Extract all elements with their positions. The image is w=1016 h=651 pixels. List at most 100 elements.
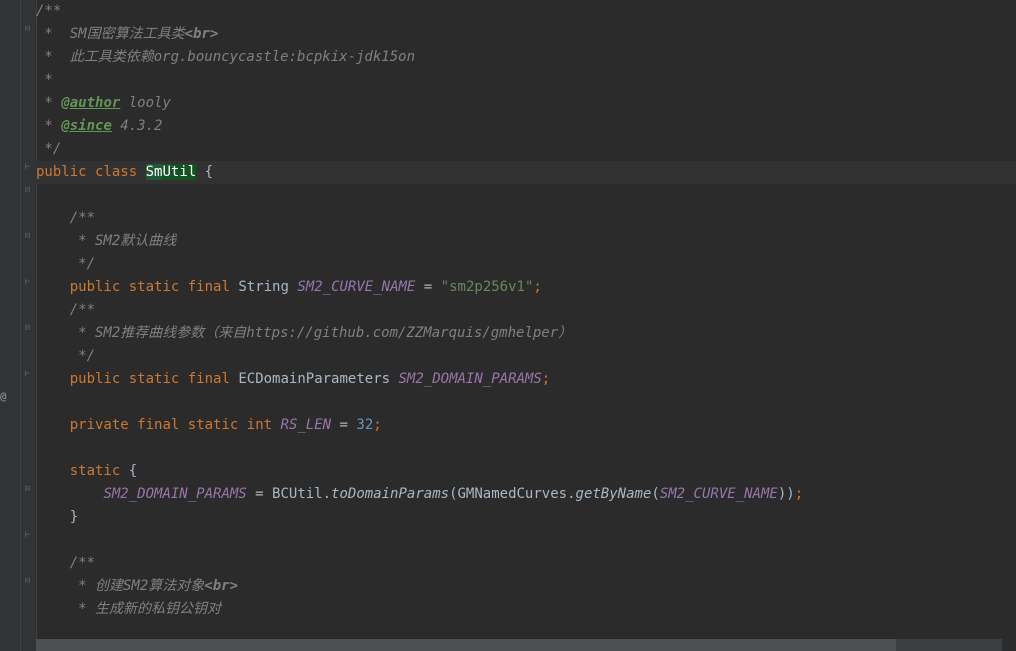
code-line[interactable]: static {: [36, 460, 1016, 483]
operator-assign: =: [247, 486, 272, 502]
javadoc-text: * 创建SM2算法对象: [70, 578, 205, 594]
code-line[interactable]: * SM2推荐曲线参数（来自https://github.com/ZZMarqu…: [36, 322, 1016, 345]
javadoc-text: * SM国密算法工具类: [36, 26, 185, 42]
javadoc-html: <br>: [185, 26, 219, 42]
code-line[interactable]: public static final ECDomainParameters S…: [36, 368, 1016, 391]
javadoc-text: * SM2默认曲线: [70, 233, 177, 249]
string-literal: "sm2p256v1": [441, 279, 534, 295]
method-getbyname: getByName: [576, 486, 652, 502]
javadoc-html: <br>: [204, 578, 238, 594]
keyword-static: static: [188, 417, 239, 433]
fold-marker-close[interactable]: ⊢: [23, 530, 32, 539]
javadoc-end: */: [70, 348, 95, 364]
code-line[interactable]: * SM国密算法工具类<br>: [36, 23, 1016, 46]
code-line-active[interactable]: public class SmUtil {: [36, 161, 1016, 184]
gutter: ⊟ ⊢ ⊟ ⊟ ⊢ ⊟ ⊢ @ ⊟ ⊢ ⊟: [0, 0, 36, 651]
code-line[interactable]: SM2_DOMAIN_PARAMS = BCUtil.toDomainParam…: [36, 483, 1016, 506]
keyword-static: static: [129, 371, 180, 387]
javadoc-text: *: [36, 118, 61, 134]
operator-assign: =: [331, 417, 356, 433]
code-line-empty[interactable]: [36, 184, 1016, 207]
code-line[interactable]: /**: [36, 0, 1016, 23]
method-todomainparams: toDomainParams: [331, 486, 449, 502]
javadoc-text: *: [36, 72, 53, 88]
code-line[interactable]: * @author looly: [36, 92, 1016, 115]
paren-close: ): [786, 486, 794, 502]
class-gmnamedcurves: GMNamedCurves: [458, 486, 568, 502]
paren-close: ): [778, 486, 786, 502]
code-area[interactable]: /** * SM国密算法工具类<br> * 此工具类依赖org.bouncyca…: [36, 0, 1016, 651]
brace-open: {: [129, 463, 137, 479]
code-line[interactable]: */: [36, 253, 1016, 276]
field-sm2-domain-params: SM2_DOMAIN_PARAMS: [103, 486, 246, 502]
javadoc-start: /**: [70, 555, 95, 571]
type-ecdomainparameters: ECDomainParameters: [238, 371, 390, 387]
fold-marker-open[interactable]: ⊟: [23, 24, 32, 33]
field-rs-len: RS_LEN: [281, 417, 332, 433]
keyword-public: public: [70, 371, 121, 387]
code-line-empty[interactable]: [36, 437, 1016, 460]
horizontal-scrollbar[interactable]: [36, 639, 1002, 651]
code-line[interactable]: * 生成新的私钥公钥对: [36, 598, 1016, 621]
semicolon: ;: [795, 486, 803, 502]
semicolon: ;: [533, 279, 541, 295]
code-line[interactable]: * @since 4.3.2: [36, 115, 1016, 138]
code-line[interactable]: * 创建SM2算法对象<br>: [36, 575, 1016, 598]
javadoc-end: */: [70, 256, 95, 272]
scrollbar-thumb[interactable]: [36, 639, 896, 651]
keyword-public: public: [70, 279, 121, 295]
fold-marker-close[interactable]: ⊢: [23, 277, 32, 286]
brace-close: }: [70, 509, 78, 525]
code-line-empty[interactable]: [36, 391, 1016, 414]
fold-marker-open[interactable]: ⊟: [23, 484, 32, 493]
operator-assign: =: [415, 279, 440, 295]
field-sm2-curve-name: SM2_CURVE_NAME: [297, 279, 415, 295]
code-line[interactable]: *: [36, 69, 1016, 92]
semicolon: ;: [373, 417, 381, 433]
keyword-int: int: [247, 417, 272, 433]
code-line[interactable]: /**: [36, 207, 1016, 230]
javadoc-text: 4.3.2: [112, 118, 163, 134]
code-line[interactable]: public static final String SM2_CURVE_NAM…: [36, 276, 1016, 299]
code-line[interactable]: /**: [36, 299, 1016, 322]
javadoc-text: * 生成新的私钥公钥对: [70, 601, 221, 617]
fold-marker-open[interactable]: ⊟: [23, 323, 32, 332]
javadoc-text: *: [36, 95, 61, 111]
javadoc-end: */: [36, 141, 61, 157]
field-sm2-domain-params: SM2_DOMAIN_PARAMS: [399, 371, 542, 387]
code-line[interactable]: * SM2默认曲线: [36, 230, 1016, 253]
fold-marker-close[interactable]: ⊢: [23, 369, 32, 378]
code-line[interactable]: /**: [36, 552, 1016, 575]
dot: .: [323, 486, 331, 502]
fold-marker-open[interactable]: ⊟: [23, 185, 32, 194]
type-string: String: [238, 279, 289, 295]
javadoc-start: /**: [70, 210, 95, 226]
javadoc-tag-since: @since: [61, 118, 112, 134]
javadoc-text: * 此工具类依赖org.bouncycastle:bcpkix-jdk15on: [36, 49, 415, 65]
keyword-final: final: [188, 371, 230, 387]
paren-open: (: [449, 486, 457, 502]
class-bcutil: BCUtil: [272, 486, 323, 502]
fold-marker-open[interactable]: ⊟: [23, 231, 32, 240]
class-name-highlighted: SmUtil: [146, 164, 197, 180]
fold-marker-close[interactable]: ⊢: [23, 162, 32, 171]
keyword-static: static: [70, 463, 121, 479]
fold-marker-open[interactable]: ⊟: [23, 576, 32, 585]
javadoc-tag-author: @author: [61, 95, 120, 111]
code-line[interactable]: private final static int RS_LEN = 32;: [36, 414, 1016, 437]
code-line[interactable]: }: [36, 506, 1016, 529]
javadoc-text: looly: [120, 95, 171, 111]
code-line[interactable]: */: [36, 138, 1016, 161]
javadoc-start: /**: [36, 3, 61, 19]
brace-open: {: [205, 164, 213, 180]
code-line[interactable]: * 此工具类依赖org.bouncycastle:bcpkix-jdk15on: [36, 46, 1016, 69]
field-sm2-curve-name: SM2_CURVE_NAME: [660, 486, 778, 502]
number-literal: 32: [356, 417, 373, 433]
javadoc-start: /**: [70, 302, 95, 318]
keyword-class: class: [95, 164, 137, 180]
code-line-empty[interactable]: [36, 529, 1016, 552]
semicolon: ;: [542, 371, 550, 387]
keyword-private: private: [70, 417, 129, 433]
vcs-change-marker[interactable]: @: [0, 390, 7, 403]
code-line[interactable]: */: [36, 345, 1016, 368]
